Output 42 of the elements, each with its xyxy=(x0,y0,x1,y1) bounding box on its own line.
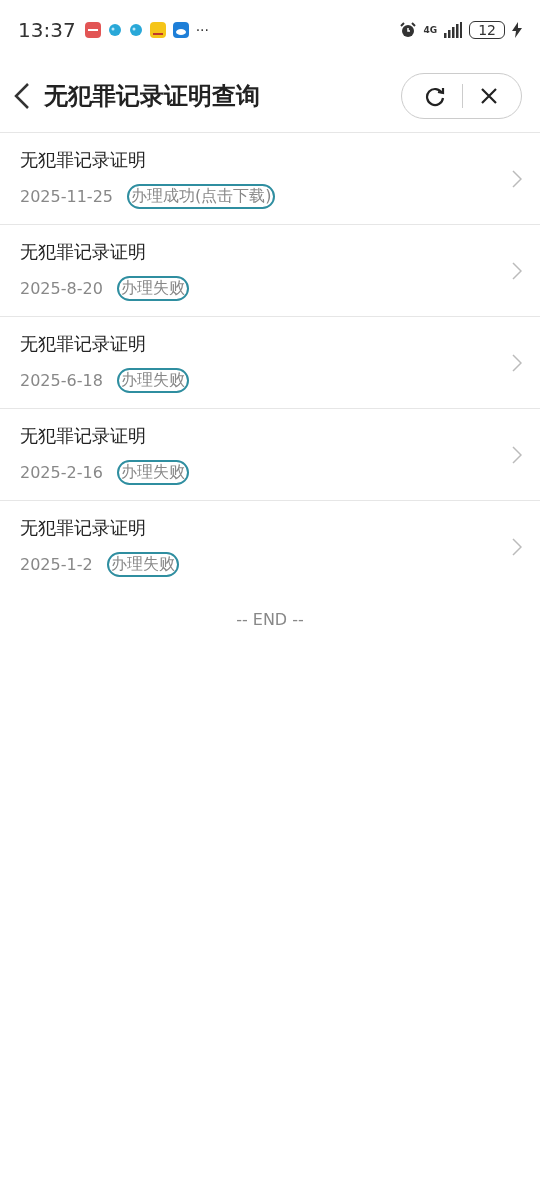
back-icon[interactable] xyxy=(14,82,30,110)
record-item[interactable]: 无犯罪记录证明 2025-1-2 办理失败 xyxy=(0,501,540,592)
record-item[interactable]: 无犯罪记录证明 2025-8-20 办理失败 xyxy=(0,225,540,317)
record-date: 2025-2-16 xyxy=(20,463,103,482)
more-notifications: ··· xyxy=(195,22,209,38)
status-tag: 办理失败 xyxy=(116,460,189,485)
record-item[interactable]: 无犯罪记录证明 2025-2-16 办理失败 xyxy=(0,409,540,501)
globe-icon xyxy=(107,23,122,37)
record-title: 无犯罪记录证明 xyxy=(20,148,147,172)
charging-icon xyxy=(512,22,522,38)
page-title: 无犯罪记录证明查询 xyxy=(44,81,261,112)
end-of-list-text: -- END -- xyxy=(235,610,305,629)
status-tag: 办理失败 xyxy=(116,368,189,393)
chevron-right-icon xyxy=(512,353,522,372)
record-title: 无犯罪记录证明 xyxy=(20,240,147,264)
chevron-right-icon xyxy=(512,445,522,464)
close-icon[interactable] xyxy=(479,86,499,106)
record-date: 2025-11-25 xyxy=(20,187,113,206)
battery-level: 12 xyxy=(469,21,505,39)
record-date: 2025-8-20 xyxy=(20,279,103,298)
chevron-right-icon xyxy=(512,537,522,556)
chevron-right-icon xyxy=(512,169,522,188)
record-date: 2025-1-2 xyxy=(20,555,93,574)
refresh-icon[interactable] xyxy=(424,85,446,107)
globe-icon xyxy=(128,23,143,37)
status-tag: 办理失败 xyxy=(106,552,179,577)
chevron-right-icon xyxy=(512,261,522,280)
record-item[interactable]: 无犯罪记录证明 2025-11-25 办理成功(点击下载) xyxy=(0,133,540,225)
app-icon xyxy=(84,22,101,38)
app-icon xyxy=(149,22,166,38)
weather-icon xyxy=(172,22,189,38)
alarm-icon xyxy=(398,21,417,39)
status-tag: 办理失败 xyxy=(116,276,189,301)
record-title: 无犯罪记录证明 xyxy=(20,516,147,540)
record-title: 无犯罪记录证明 xyxy=(20,332,147,356)
record-title: 无犯罪记录证明 xyxy=(20,424,147,448)
signal-icon xyxy=(444,22,463,38)
status-time: 13:37 xyxy=(18,18,76,42)
record-date: 2025-6-18 xyxy=(20,371,103,390)
network-type: 4G xyxy=(423,25,438,35)
status-tag: 办理成功(点击下载) xyxy=(127,184,276,209)
record-item[interactable]: 无犯罪记录证明 2025-6-18 办理失败 xyxy=(0,317,540,409)
